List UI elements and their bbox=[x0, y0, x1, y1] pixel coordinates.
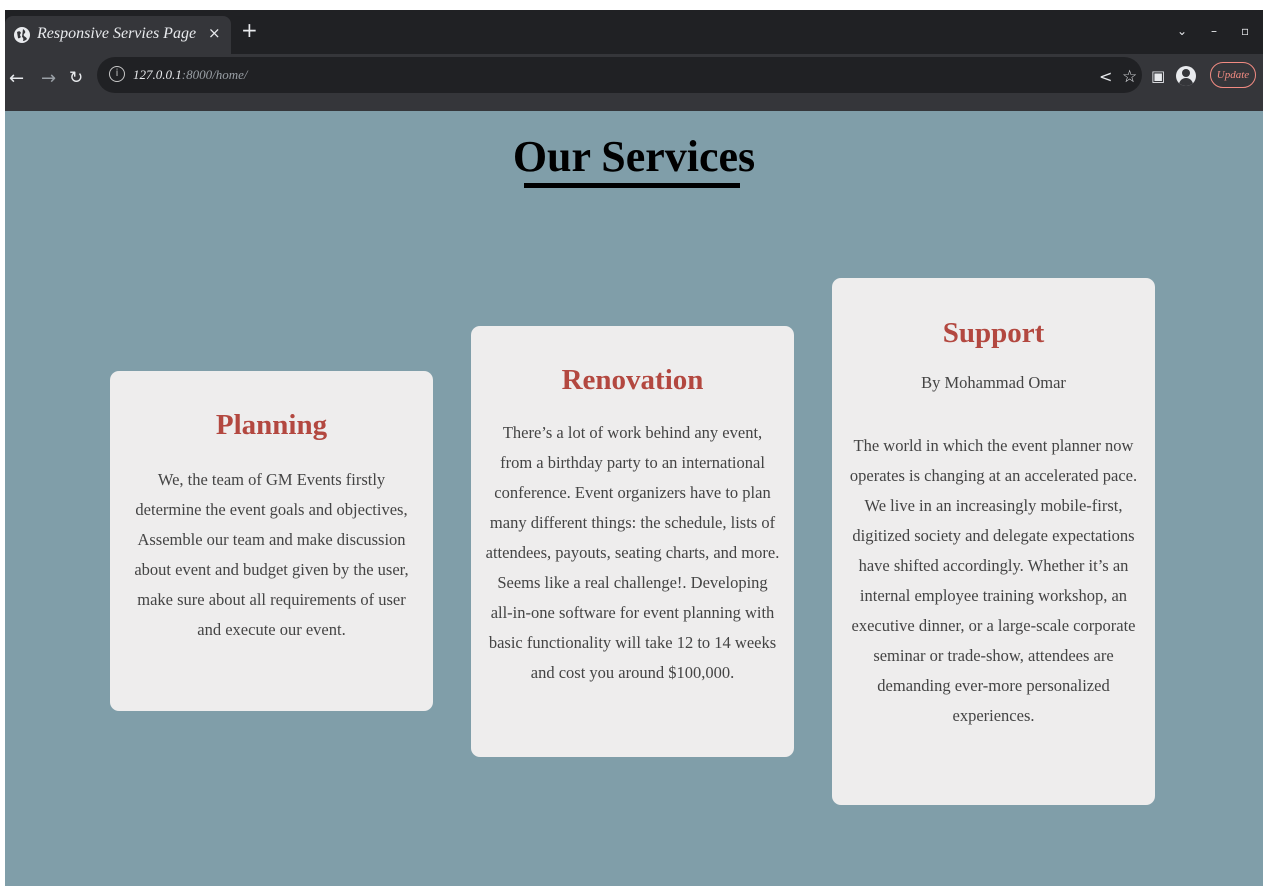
card-text-line: We, the team of GM Events firstly bbox=[157, 470, 386, 489]
star-icon[interactable]: ☆ bbox=[1122, 67, 1137, 87]
card-text-line: We live in an increasingly mobile-first, bbox=[864, 496, 1123, 515]
profile-icon[interactable] bbox=[1176, 66, 1196, 86]
service-card-planning: Planning We, the team of GM Events first… bbox=[110, 371, 433, 711]
tab-close-button[interactable]: × bbox=[208, 24, 221, 42]
card-text-line: There’s a lot of work behind any event, bbox=[502, 423, 763, 442]
services-page: Our Services Planning We, the team of GM… bbox=[5, 111, 1263, 886]
browser-chrome: Responsive Servies Page × + ⌄ – ▫ ← → ↻ … bbox=[5, 10, 1263, 111]
chevron-down-icon[interactable]: ⌄ bbox=[1177, 24, 1187, 38]
card-text-line: and execute our event. bbox=[197, 620, 346, 639]
card-title: Support bbox=[942, 317, 1045, 349]
card-text-line: executive dinner, or a large-scale corpo… bbox=[851, 616, 1136, 635]
back-icon[interactable]: ← bbox=[9, 68, 24, 89]
reload-icon[interactable]: ↻ bbox=[69, 68, 83, 88]
card-text-line: and cost you around $100,000. bbox=[530, 663, 735, 682]
card-text-line: many different things: the schedule, lis… bbox=[489, 513, 776, 532]
card-text-line: experiences. bbox=[952, 706, 1035, 725]
card-text-line: internal employee training workshop, an bbox=[859, 586, 1128, 605]
card-text-line: make sure about all requirements of user bbox=[137, 590, 406, 609]
address-bar[interactable]: i 127.0.0.1:8000/home/ bbox=[97, 57, 1142, 93]
tab-strip: Responsive Servies Page × + ⌄ – ▫ bbox=[5, 10, 1263, 54]
share-icon[interactable]: < bbox=[1099, 67, 1112, 86]
globe-icon bbox=[14, 27, 30, 43]
card-text-line: operates is changing at an accelerated p… bbox=[849, 466, 1138, 485]
card-text-line: basic functionality will take 12 to 14 w… bbox=[488, 633, 777, 652]
sidepanel-icon[interactable]: ▣ bbox=[1151, 67, 1165, 85]
info-icon[interactable]: i bbox=[109, 66, 125, 82]
card-title: Planning bbox=[215, 409, 328, 441]
card-text-line: demanding ever-more personalized bbox=[877, 676, 1110, 695]
card-text-line: attendees, payouts, seating charts, and … bbox=[485, 543, 780, 562]
tab-title: Responsive Servies Page bbox=[37, 25, 197, 42]
card-body: There’s a lot of work behind any event, … bbox=[471, 418, 794, 688]
card-text-line: from a birthday party to an internationa… bbox=[500, 453, 765, 472]
card-text-line: seminar or trade-show, attendees are bbox=[873, 646, 1114, 665]
update-button[interactable]: Update bbox=[1210, 62, 1256, 88]
card-text-line: have shifted accordingly. Whether it’s a… bbox=[858, 556, 1129, 575]
card-text-line: determine the event goals and objectives… bbox=[135, 500, 408, 519]
card-text-line: conference. Event organizers have to pla… bbox=[494, 483, 771, 502]
browser-toolbar: ← → ↻ i 127.0.0.1:8000/home/ < ☆ ▣ Updat… bbox=[5, 54, 1263, 111]
service-card-renovation: Renovation There’s a lot of work behind … bbox=[471, 326, 794, 757]
browser-tab[interactable]: Responsive Servies Page × bbox=[5, 16, 231, 54]
forward-icon[interactable]: → bbox=[41, 68, 56, 89]
card-byline: By Mohammad Omar bbox=[921, 373, 1066, 392]
card-title: Renovation bbox=[561, 364, 704, 396]
new-tab-button[interactable]: + bbox=[241, 20, 258, 40]
card-text-line: Seems like a real challenge!. Developing bbox=[497, 573, 768, 592]
page-title: Our Services bbox=[512, 132, 756, 181]
service-card-support: Support By Mohammad Omar The world in wh… bbox=[832, 278, 1155, 805]
url-text[interactable]: 127.0.0.1:8000/home/ bbox=[133, 67, 247, 83]
card-body: We, the team of GM Events firstly determ… bbox=[110, 465, 433, 645]
maximize-icon[interactable]: ▫ bbox=[1241, 24, 1249, 38]
card-text-line: about event and budget given by the user… bbox=[134, 560, 409, 579]
title-underline bbox=[524, 183, 740, 188]
card-text-line: digitized society and delegate expectati… bbox=[852, 526, 1135, 545]
card-text-line: The world in which the event planner now bbox=[853, 436, 1134, 455]
minimize-icon[interactable]: – bbox=[1211, 24, 1217, 38]
card-text-line: Assemble our team and make discussion bbox=[137, 530, 406, 549]
card-body: The world in which the event planner now… bbox=[832, 431, 1155, 731]
card-text-line: all-in-one software for event planning w… bbox=[490, 603, 775, 622]
